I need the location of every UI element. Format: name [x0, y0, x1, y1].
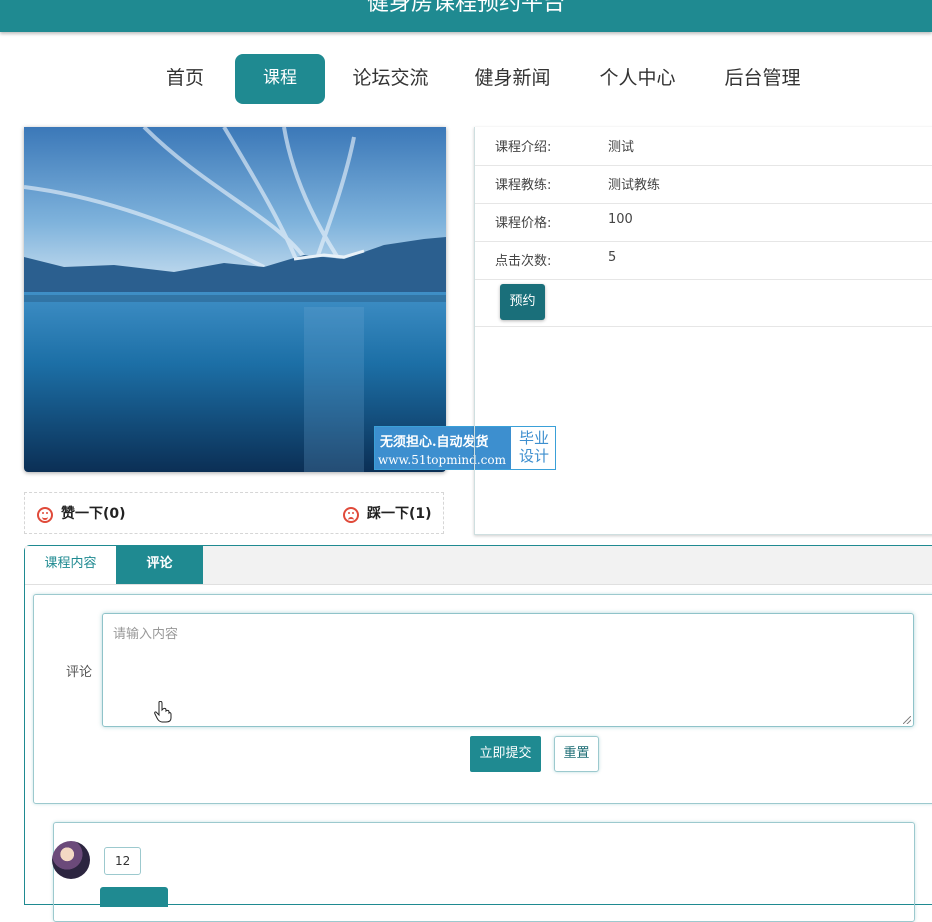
avatar: [52, 841, 90, 879]
info-row-intro: 课程介绍: 测试: [475, 127, 932, 166]
comment-action-button[interactable]: [100, 887, 168, 907]
main-nav: 首页 课程 论坛交流 健身新闻 个人中心 后台管理: [0, 54, 932, 104]
course-tabs: 课程内容 评论 评论 请输入内容 立即提交 重置 12: [24, 545, 932, 922]
nav-item-admin[interactable]: 后台管理: [720, 54, 805, 104]
hand-cursor-icon: [154, 701, 172, 723]
info-row-price: 课程价格: 100: [475, 203, 932, 242]
reset-button[interactable]: 重置: [554, 736, 599, 772]
watermark-line1: 无须担心.自动发货: [380, 435, 489, 450]
submit-button[interactable]: 立即提交: [470, 736, 541, 772]
like-button[interactable]: 赞一下(0): [37, 503, 126, 523]
smile-icon: [37, 507, 53, 523]
like-label: 赞一下(0): [61, 506, 126, 522]
info-value: 5: [608, 250, 617, 265]
comment-form: 评论 请输入内容 立即提交 重置: [33, 594, 932, 804]
info-label: 课程教练:: [495, 178, 552, 193]
nav-item-forum[interactable]: 论坛交流: [348, 54, 433, 104]
info-label: 点击次数:: [495, 254, 552, 269]
site-title: 健身房课程预约平台: [366, 0, 565, 16]
vote-bar: 赞一下(0) 踩一下(1): [24, 492, 444, 534]
tab-course-content[interactable]: 课程内容: [25, 546, 116, 584]
nav-item-news[interactable]: 健身新闻: [470, 54, 555, 104]
dislike-button[interactable]: 踩一下(1): [343, 503, 432, 523]
nav-item-courses[interactable]: 课程: [235, 54, 325, 104]
info-value: 测试教练: [608, 178, 661, 193]
book-button[interactable]: 预约: [500, 284, 545, 320]
info-row-clicks: 点击次数: 5: [475, 241, 932, 280]
dislike-label: 踩一下(1): [367, 506, 432, 522]
comment-text: 12: [104, 847, 142, 875]
info-value: 测试: [608, 140, 635, 155]
nav-item-profile[interactable]: 个人中心: [595, 54, 680, 104]
course-image: [24, 127, 446, 472]
course-info-panel: 课程介绍: 测试 课程教练: 测试教练 课程价格: 100 点击次数: 5 预约: [474, 127, 932, 535]
info-label: 课程价格:: [495, 216, 552, 231]
frown-icon: [343, 507, 359, 523]
resize-handle-icon[interactable]: [903, 716, 911, 724]
info-row-coach: 课程教练: 测试教练: [475, 165, 932, 204]
info-value: 100: [608, 212, 633, 227]
comment-item: 12: [52, 822, 915, 922]
comment-textarea[interactable]: 请输入内容: [102, 613, 914, 727]
nav-item-home[interactable]: 首页: [160, 54, 210, 104]
info-label: 课程介绍:: [495, 140, 552, 155]
tab-comments[interactable]: 评论: [116, 546, 203, 584]
comment-placeholder: 请输入内容: [113, 627, 179, 642]
comment-label: 评论: [66, 665, 93, 680]
lake-landscape-image: [24, 127, 446, 472]
top-header: 健身房课程预约平台: [0, 0, 932, 32]
tab-header: 课程内容 评论: [25, 546, 932, 585]
